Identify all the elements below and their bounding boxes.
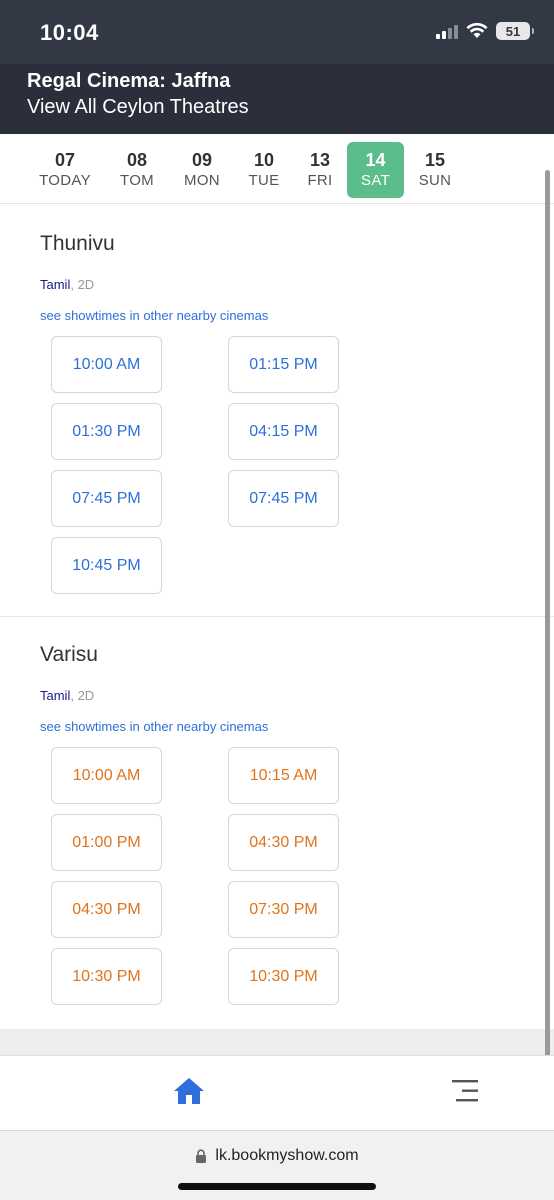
showtime-button[interactable]: 10:30 PM	[51, 948, 162, 1005]
home-button[interactable]	[172, 1076, 206, 1106]
movie-title: Thunivu	[40, 232, 115, 255]
browser-url-bar[interactable]: lk.bookmyshow.com	[0, 1130, 554, 1200]
date-label: FRI	[307, 172, 333, 189]
theatre-header: Regal Cinema: Jaffna View All Ceylon The…	[0, 64, 554, 134]
home-icon	[174, 1078, 204, 1104]
date-label: TODAY	[39, 172, 91, 189]
url-display: lk.bookmyshow.com	[0, 1147, 554, 1165]
showtimes-content: Thunivu Tamil, 2D see showtimes in other…	[0, 205, 554, 1055]
nearby-cinemas-link[interactable]: see showtimes in other nearby cinemas	[40, 719, 268, 734]
date-day: 15	[424, 150, 446, 170]
movie-format: , 2D	[70, 277, 95, 292]
showtime-button[interactable]: 01:30 PM	[51, 403, 162, 460]
date-day: 07	[54, 150, 76, 170]
showtime-button[interactable]: 07:45 PM	[228, 470, 339, 527]
showtime-button[interactable]: 07:30 PM	[228, 881, 339, 938]
date-label: TOM	[120, 172, 154, 189]
movie-title: Varisu	[40, 643, 98, 666]
date-09[interactable]: 09 MON	[178, 142, 226, 198]
showtime-button[interactable]: 01:00 PM	[51, 814, 162, 871]
date-08[interactable]: 08 TOM	[112, 142, 162, 198]
showtime-button[interactable]: 04:15 PM	[228, 403, 339, 460]
date-day: 09	[191, 150, 213, 170]
date-10[interactable]: 10 TUE	[242, 142, 286, 198]
theatre-name: Regal Cinema: Jaffna	[27, 70, 231, 92]
url-text: lk.bookmyshow.com	[215, 1147, 359, 1164]
date-label: SAT	[361, 172, 390, 189]
date-label: SUN	[418, 172, 452, 189]
showtime-button[interactable]: 04:30 PM	[51, 881, 162, 938]
status-bar: 10:04 51	[0, 0, 554, 64]
status-time: 10:04	[40, 20, 99, 45]
date-14-selected[interactable]: 14 SAT	[347, 142, 404, 198]
showtime-button[interactable]: 07:45 PM	[51, 470, 162, 527]
view-all-theatres-link[interactable]: View All Ceylon Theatres	[27, 96, 249, 119]
movie-format: , 2D	[70, 688, 95, 703]
lock-icon	[196, 1148, 207, 1163]
movie-meta: Tamil, 2D	[40, 688, 94, 703]
showtime-button[interactable]: 10:00 AM	[51, 747, 162, 804]
movie-language: Tamil	[40, 688, 71, 703]
date-13[interactable]: 13 FRI	[300, 142, 340, 198]
battery-icon: 51	[496, 22, 534, 40]
movie-card-varisu: Varisu Tamil, 2D see showtimes in other …	[0, 617, 554, 1029]
date-day: 08	[126, 150, 148, 170]
showtime-button[interactable]: 01:15 PM	[228, 336, 339, 393]
date-day: 14	[365, 150, 386, 170]
battery-level: 51	[505, 23, 521, 39]
showtime-button[interactable]: 10:30 PM	[228, 948, 339, 1005]
showtime-button[interactable]: 10:00 AM	[51, 336, 162, 393]
date-day: 10	[253, 150, 275, 170]
date-07[interactable]: 07 TODAY	[36, 142, 94, 198]
wifi-icon	[466, 23, 488, 38]
bottom-nav	[0, 1055, 554, 1130]
movie-meta: Tamil, 2D	[40, 277, 94, 292]
movie-card-thunivu: Thunivu Tamil, 2D see showtimes in other…	[0, 205, 554, 616]
date-label: MON	[184, 172, 220, 189]
date-15[interactable]: 15 SUN	[414, 142, 456, 198]
date-selector: 07 TODAY 08 TOM 09 MON 10 TUE 13 FRI 14 …	[0, 134, 554, 204]
date-day: 13	[309, 150, 331, 170]
scrollbar[interactable]	[545, 170, 550, 1085]
status-icons: 51	[436, 22, 534, 40]
showtime-button[interactable]: 04:30 PM	[228, 814, 339, 871]
menu-icon	[452, 1080, 478, 1102]
nearby-cinemas-link[interactable]: see showtimes in other nearby cinemas	[40, 308, 268, 323]
menu-button[interactable]	[450, 1078, 480, 1104]
showtime-button[interactable]: 10:15 AM	[228, 747, 339, 804]
signal-icon	[436, 23, 458, 39]
movie-language: Tamil	[40, 277, 71, 292]
date-label: TUE	[248, 172, 280, 189]
showtime-button[interactable]: 10:45 PM	[51, 537, 162, 594]
home-indicator[interactable]	[178, 1183, 376, 1190]
content-footer-band	[0, 1029, 554, 1055]
